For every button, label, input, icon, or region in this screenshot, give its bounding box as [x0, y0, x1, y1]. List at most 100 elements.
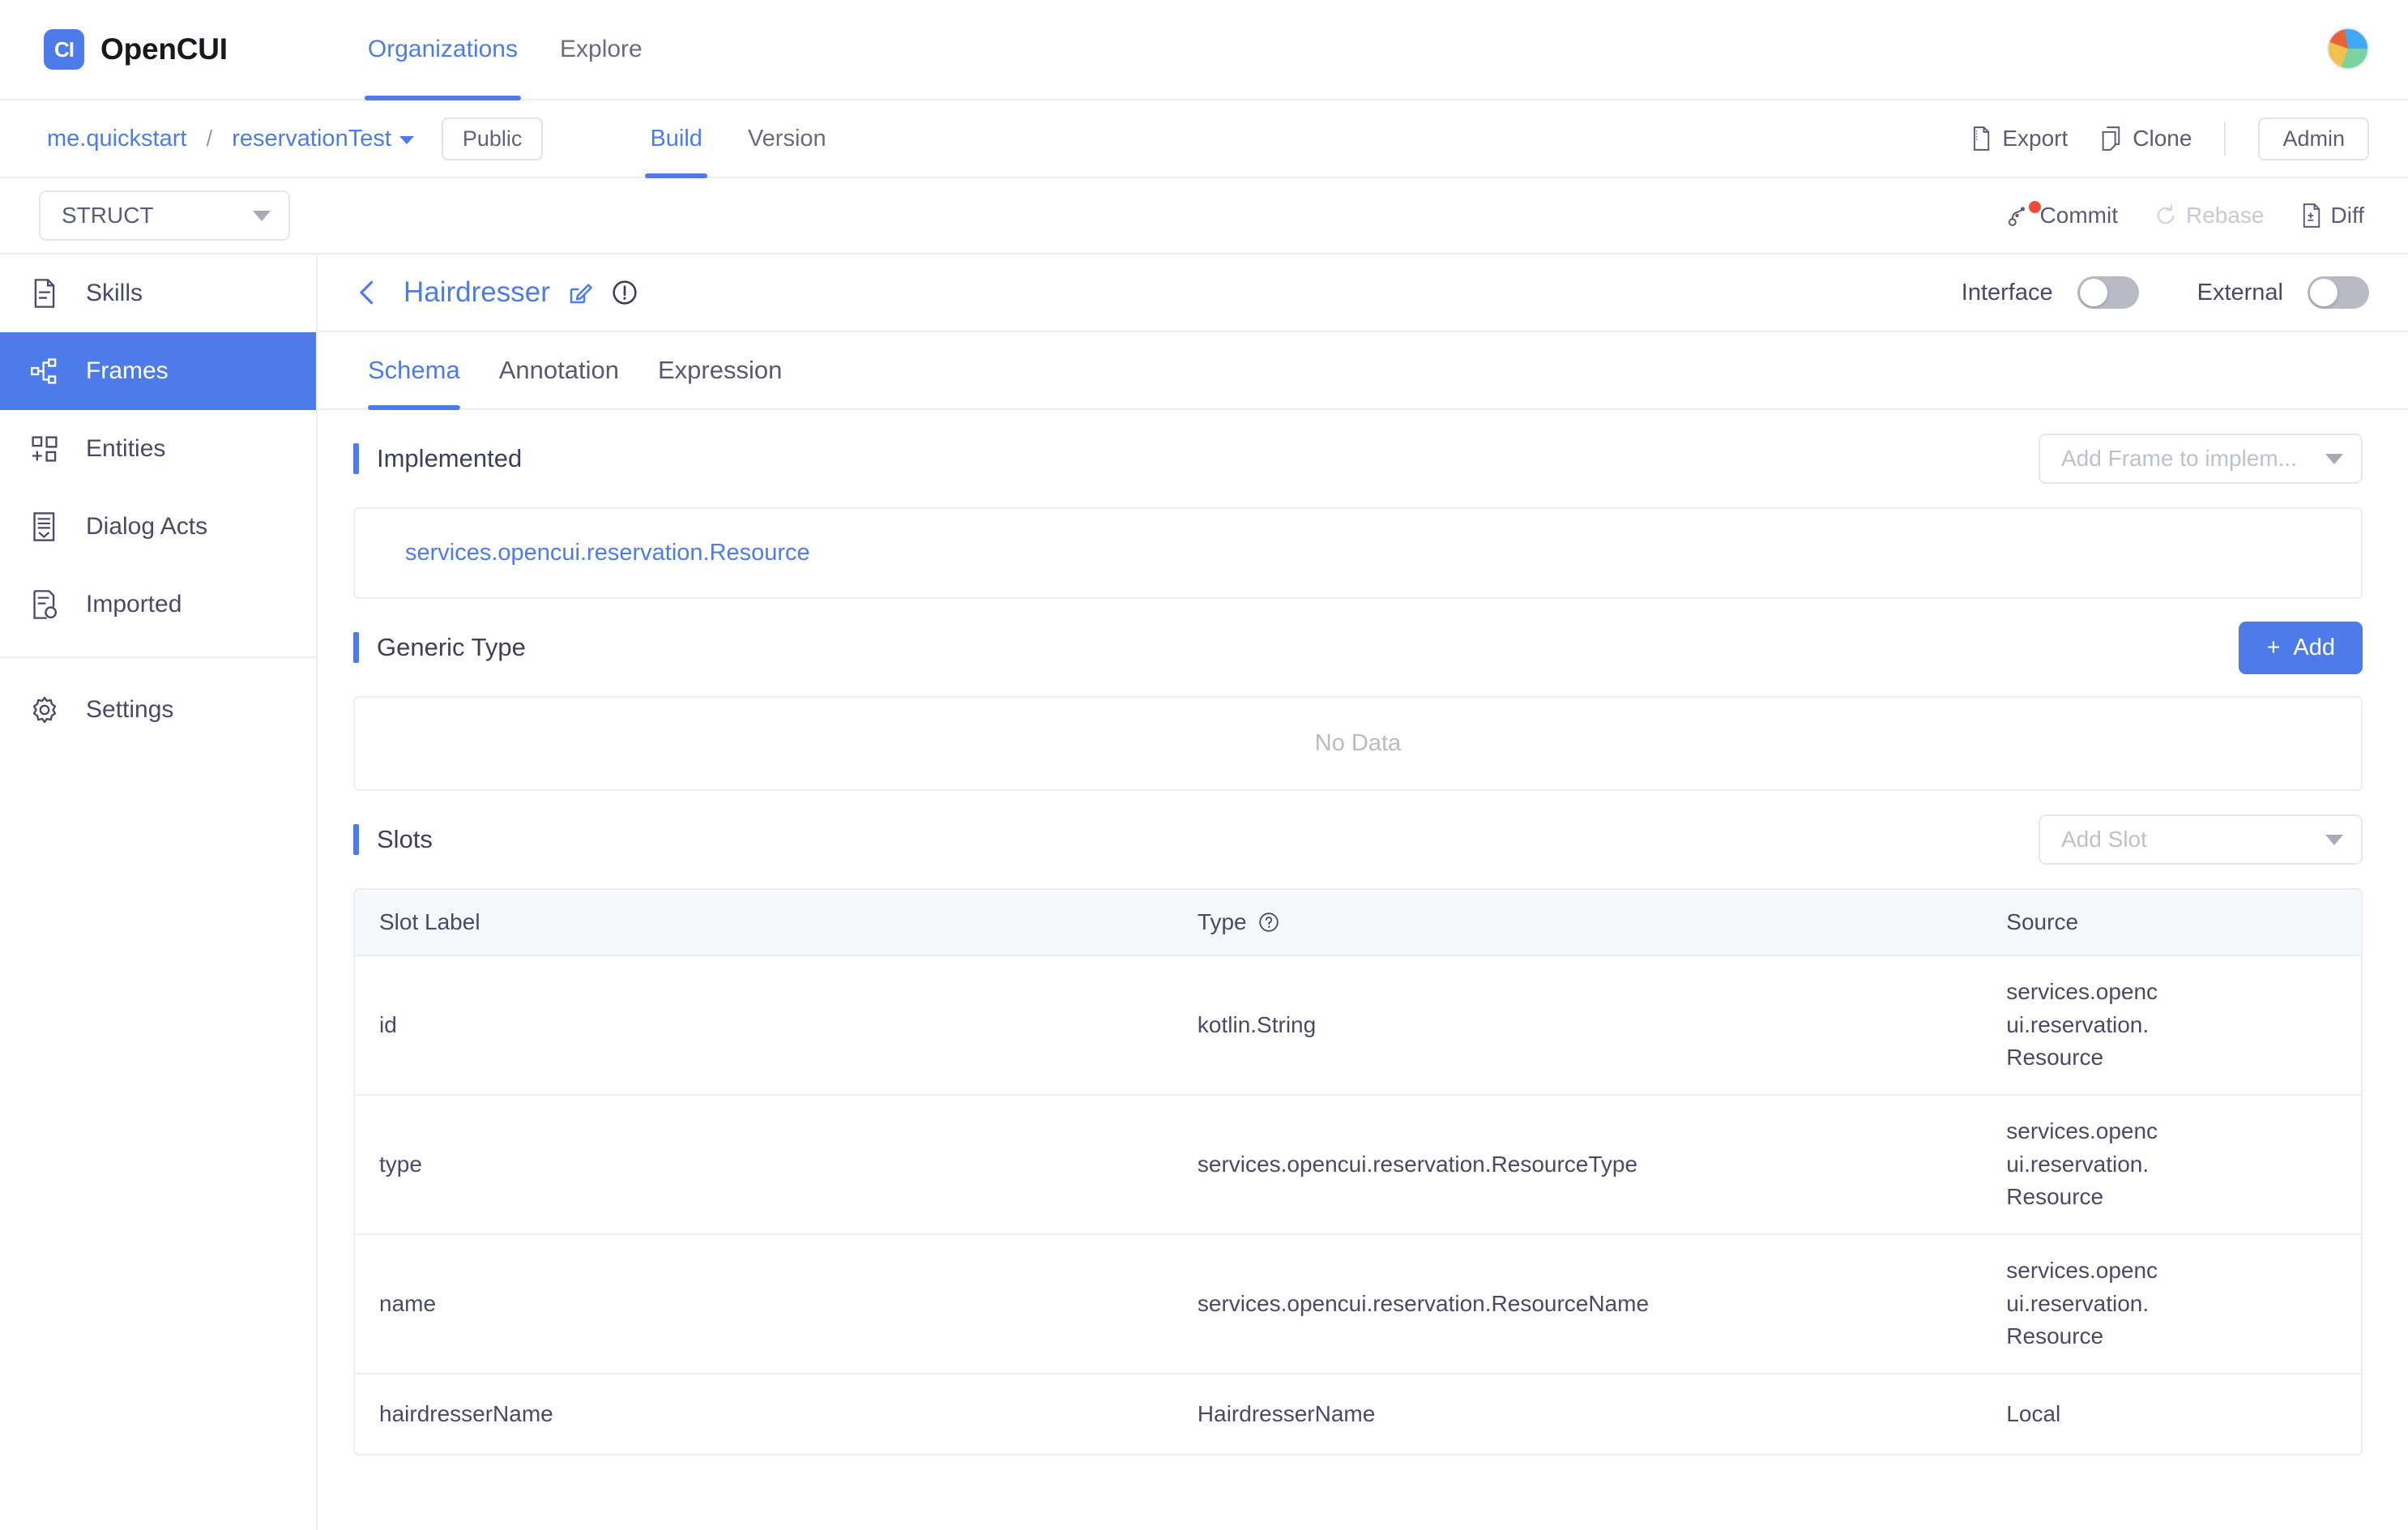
- sidebar-item-imported[interactable]: Imported: [0, 566, 316, 643]
- cell-slot-source: services.opencui.reservation.Resource: [2000, 976, 2361, 1075]
- cell-slot-type: kotlin.String: [1198, 1012, 2000, 1038]
- generic-type-title-wrap: Generic Type: [353, 632, 526, 663]
- gear-icon: [29, 694, 60, 725]
- table-header-row: Slot Label Type Source: [355, 890, 2361, 956]
- main-header: Hairdresser Interface External: [318, 254, 2408, 332]
- commit-button[interactable]: Commit: [2008, 203, 2118, 229]
- cell-slot-label: type: [355, 1152, 1198, 1177]
- cell-slot-source: services.opencui.reservation.Resource: [2000, 1115, 2361, 1214]
- toolbar-divider: [2224, 122, 2226, 156]
- tab-build[interactable]: Build: [627, 100, 725, 177]
- cell-slot-label: name: [355, 1291, 1198, 1317]
- back-chevron-icon[interactable]: [353, 279, 381, 306]
- top-navigation-bar: CI OpenCUI Organizations Explore: [0, 0, 2408, 100]
- struct-type-select[interactable]: STRUCT: [39, 190, 290, 241]
- sidebar-item-skills[interactable]: Skills: [0, 254, 316, 332]
- question-icon[interactable]: [1258, 912, 1279, 933]
- tab-schema[interactable]: Schema: [368, 332, 460, 408]
- table-row[interactable]: hairdresserName HairdresserName Local: [355, 1374, 2361, 1454]
- sidebar-label-skills: Skills: [86, 280, 143, 307]
- rebase-label: Rebase: [2186, 203, 2265, 229]
- alert-icon[interactable]: [612, 280, 638, 306]
- slots-title-wrap: Slots: [353, 824, 433, 855]
- chevron-down-icon: [399, 136, 414, 144]
- commit-label: Commit: [2040, 203, 2118, 229]
- sidebar-label-settings: Settings: [86, 696, 173, 724]
- add-slot-select[interactable]: Add Slot: [2039, 814, 2363, 865]
- diff-button[interactable]: Diff: [2300, 203, 2365, 229]
- cell-slot-source: Local: [2000, 1398, 2361, 1431]
- column-header-type-label: Type: [1198, 909, 1247, 935]
- slots-section-header: Slots Add Slot: [318, 791, 2363, 888]
- implemented-section-header: Implemented Add Frame to implem...: [318, 410, 2363, 507]
- slots-table: Slot Label Type Source: [353, 888, 2363, 1455]
- table-row[interactable]: type services.opencui.reservation.Resour…: [355, 1096, 2361, 1235]
- rebase-button[interactable]: Rebase: [2154, 203, 2265, 229]
- struct-bar: STRUCT Commit Rebase: [0, 178, 2408, 254]
- main-panel: Hairdresser Interface External: [318, 254, 2408, 1530]
- implemented-title: Implemented: [377, 444, 522, 473]
- implemented-frame-link[interactable]: services.opencui.reservation.Resource: [355, 509, 2361, 597]
- tab-annotation[interactable]: Annotation: [499, 332, 619, 408]
- clone-label: Clone: [2133, 126, 2192, 152]
- interface-toggle[interactable]: [2077, 276, 2139, 309]
- sidebar-label-imported: Imported: [86, 591, 181, 618]
- cell-slot-type: services.opencui.reservation.ResourceNam…: [1198, 1291, 2000, 1317]
- header-toggles: Interface External: [1962, 276, 2369, 309]
- sidebar-label-entities: Entities: [86, 435, 165, 463]
- schema-tabs: Schema Annotation Expression: [318, 332, 2408, 410]
- slots-title: Slots: [377, 825, 433, 854]
- generic-type-empty-text: No Data: [355, 698, 2361, 789]
- tab-version[interactable]: Version: [725, 100, 849, 177]
- breadcrumb-org[interactable]: me.quickstart: [47, 126, 186, 152]
- sidebar-item-dialog-acts[interactable]: Dialog Acts: [0, 488, 316, 566]
- edit-icon[interactable]: [568, 280, 594, 306]
- generic-type-card: No Data: [353, 696, 2363, 791]
- dialog-acts-icon: [29, 511, 60, 542]
- table-row[interactable]: id kotlin.String services.opencui.reserv…: [355, 956, 2361, 1096]
- section-accent-bar: [353, 443, 359, 474]
- add-frame-select[interactable]: Add Frame to implem...: [2039, 434, 2363, 484]
- export-label: Export: [2002, 126, 2068, 152]
- cell-slot-label: hairdresserName: [355, 1401, 1198, 1427]
- sidebar-item-frames[interactable]: Frames: [0, 332, 316, 410]
- nav-tab-organizations[interactable]: Organizations: [347, 0, 539, 99]
- breadcrumb-project-label: reservationTest: [232, 126, 391, 152]
- nav-tab-explore[interactable]: Explore: [539, 0, 664, 99]
- toggle-knob: [2310, 279, 2338, 306]
- user-avatar[interactable]: [2327, 28, 2369, 70]
- breadcrumb-project[interactable]: reservationTest: [232, 126, 414, 152]
- sidebar: Skills Frames: [0, 254, 318, 1530]
- cell-slot-source: services.opencui.reservation.Resource: [2000, 1254, 2361, 1353]
- chevron-down-icon: [2325, 835, 2343, 845]
- chevron-down-icon: [2325, 454, 2343, 464]
- admin-button[interactable]: Admin: [2258, 118, 2369, 160]
- project-tabs: Build Version: [627, 100, 848, 177]
- cell-slot-label: id: [355, 1012, 1198, 1038]
- entities-icon: [29, 434, 60, 464]
- table-row[interactable]: name services.opencui.reservation.Resour…: [355, 1235, 2361, 1374]
- generic-type-title: Generic Type: [377, 633, 526, 662]
- sidebar-item-entities[interactable]: Entities: [0, 410, 316, 488]
- rebase-icon: [2154, 203, 2178, 228]
- section-accent-bar: [353, 824, 359, 855]
- top-nav-tabs: Organizations Explore: [347, 0, 664, 99]
- add-generic-type-button[interactable]: + Add: [2239, 622, 2363, 674]
- version-control-actions: Commit Rebase Diff: [1972, 203, 2364, 229]
- external-toggle[interactable]: [2308, 276, 2369, 309]
- diff-label: Diff: [2331, 203, 2365, 229]
- add-button-label: Add: [2293, 635, 2335, 661]
- cell-slot-type: services.opencui.reservation.ResourceTyp…: [1198, 1152, 2000, 1177]
- tab-expression[interactable]: Expression: [658, 332, 782, 408]
- add-slot-placeholder: Add Slot: [2061, 827, 2147, 853]
- project-bar-actions: Export Clone Admin: [1937, 118, 2369, 160]
- sidebar-label-frames: Frames: [86, 357, 169, 385]
- page-body: Skills Frames: [0, 254, 2408, 1530]
- sidebar-item-settings[interactable]: Settings: [0, 671, 316, 749]
- brand[interactable]: CI OpenCUI: [44, 29, 228, 70]
- export-button[interactable]: Export: [1970, 126, 2068, 152]
- sidebar-label-dialog-acts: Dialog Acts: [86, 513, 207, 541]
- sidebar-divider: [0, 656, 316, 658]
- clone-button[interactable]: Clone: [2100, 126, 2192, 152]
- visibility-badge[interactable]: Public: [442, 118, 544, 160]
